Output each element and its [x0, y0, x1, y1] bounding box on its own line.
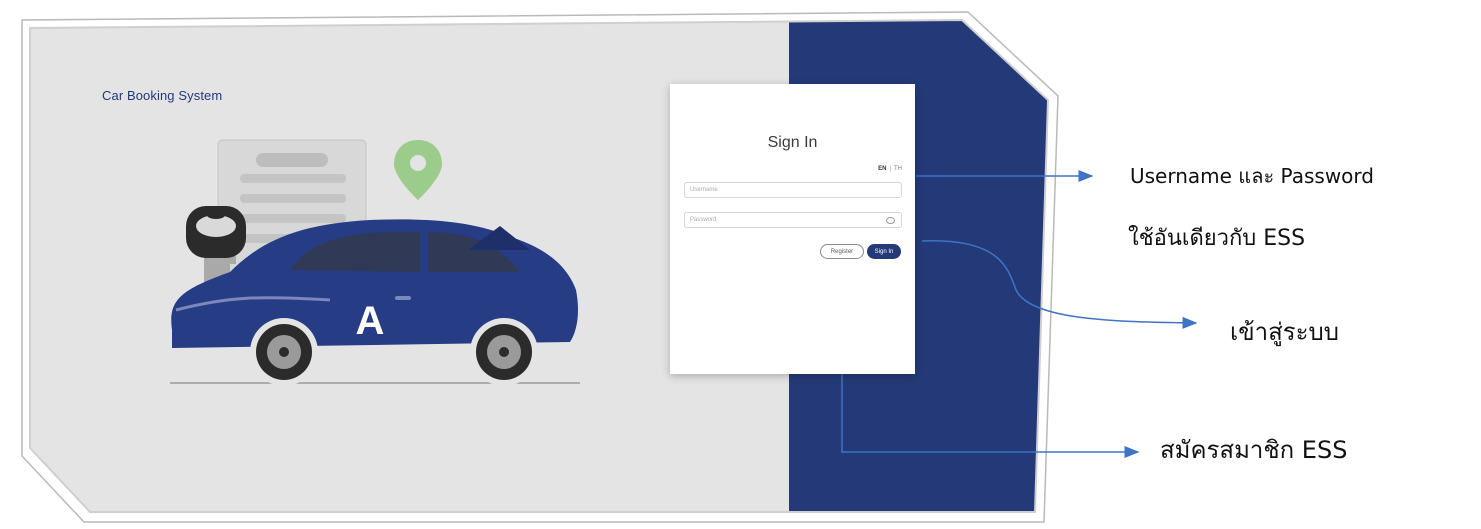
- password-input[interactable]: Password: [684, 212, 902, 228]
- lang-th[interactable]: TH: [894, 166, 902, 172]
- app-title: Car Booking System: [102, 88, 223, 103]
- car-badge: A: [356, 299, 385, 343]
- signin-button[interactable]: Sign In: [867, 244, 901, 259]
- signin-title: Sign In: [767, 134, 818, 151]
- username-input[interactable]: Username: [684, 182, 902, 198]
- password-placeholder: Password: [690, 217, 717, 223]
- eye-icon[interactable]: [886, 217, 895, 224]
- lang-separator: |: [889, 166, 891, 172]
- lang-en[interactable]: EN: [878, 166, 886, 172]
- username-placeholder: Username: [690, 187, 718, 193]
- language-switcher: EN | TH: [878, 166, 902, 172]
- register-note: สมัครสมาชิก ESS: [1160, 436, 1348, 464]
- credentials-note-line1: Username และ Password: [1130, 164, 1374, 188]
- credentials-note-line2: ใช้อันเดียวกับ ESS: [1128, 226, 1306, 251]
- signin-note: เข้าสู่ระบบ: [1230, 318, 1339, 346]
- signin-card: Sign In EN | TH Username Password Register…: [670, 84, 915, 374]
- register-button[interactable]: Register: [820, 244, 864, 259]
